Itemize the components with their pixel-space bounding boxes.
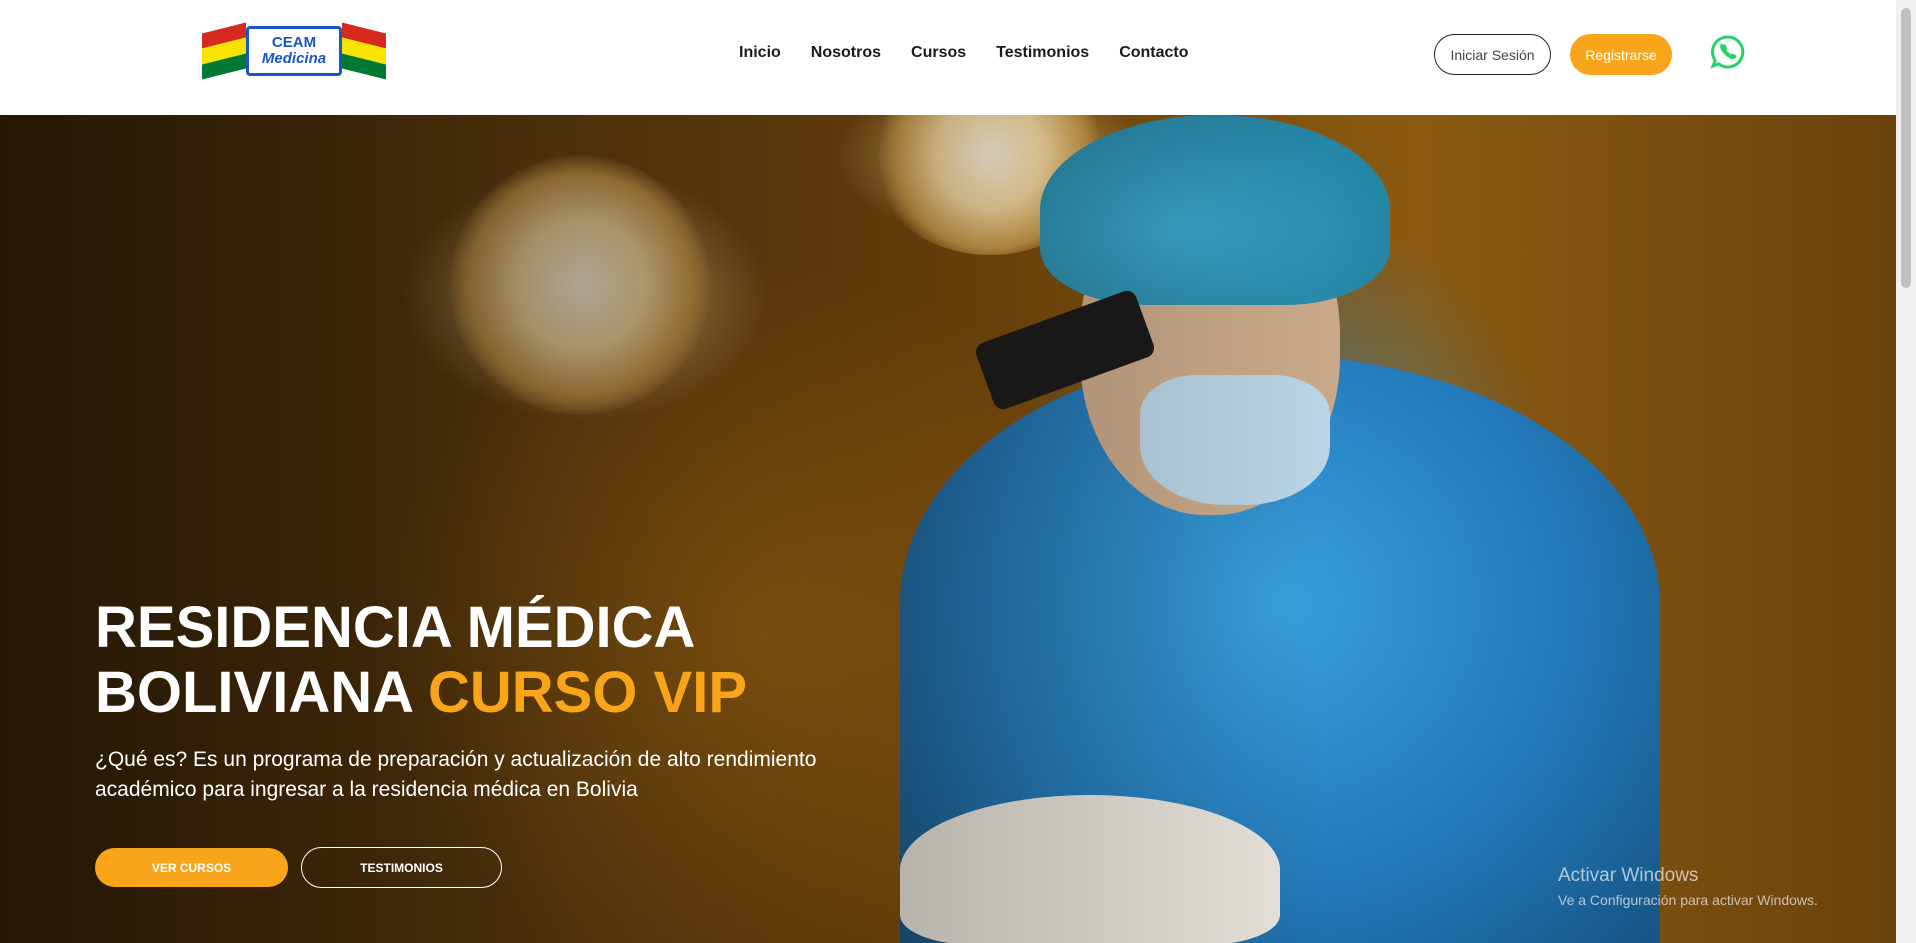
ver-cursos-button[interactable]: VER CURSOS [95, 848, 288, 887]
bolivia-flag-icon [202, 22, 246, 80]
hero-title-line2: BOLIVIANA [95, 660, 428, 725]
nav-inicio[interactable]: Inicio [739, 44, 781, 62]
logo-badge: CEAM Medicina [246, 26, 342, 76]
page-scrollbar[interactable] [1896, 0, 1916, 943]
register-button[interactable]: Registrarse [1570, 34, 1672, 75]
nav-cursos[interactable]: Cursos [911, 44, 966, 62]
nav-testimonios[interactable]: Testimonios [996, 44, 1089, 62]
site-header: CEAM Medicina Inicio Nosotros Cursos Tes… [0, 0, 1896, 115]
main-nav: Inicio Nosotros Cursos Testimonios Conta… [739, 44, 1219, 62]
logo-text-medicina: Medicina [261, 50, 327, 67]
hero-title-line1: RESIDENCIA MÉDICA [95, 595, 696, 660]
hero-section: RESIDENCIA MÉDICA BOLIVIANA CURSO VIP ¿Q… [0, 115, 1896, 943]
activation-subtitle: Ve a Configuración para activar Windows. [1558, 892, 1818, 908]
nav-nosotros[interactable]: Nosotros [811, 44, 881, 62]
activation-title: Activar Windows [1558, 865, 1699, 886]
testimonios-button[interactable]: TESTIMONIOS [301, 847, 502, 888]
ceam-medicina-logo[interactable]: CEAM Medicina [200, 18, 388, 82]
login-button[interactable]: Iniciar Sesión [1434, 34, 1551, 75]
hero-title: RESIDENCIA MÉDICA BOLIVIANA CURSO VIP [95, 595, 995, 725]
scrollbar-thumb[interactable] [1901, 8, 1911, 288]
logo-text-ceam: CEAM [271, 34, 317, 51]
windows-activation-notice: Activar Windows Ve a Configuración para … [1558, 865, 1818, 908]
hero-overlay [0, 115, 1896, 943]
hero-title-accent: CURSO VIP [427, 660, 748, 725]
bolivia-flag-icon [342, 22, 386, 80]
whatsapp-icon[interactable] [1710, 34, 1746, 70]
nav-contacto[interactable]: Contacto [1119, 44, 1188, 62]
hero-description: ¿Qué es? Es un programa de preparación y… [95, 748, 817, 801]
